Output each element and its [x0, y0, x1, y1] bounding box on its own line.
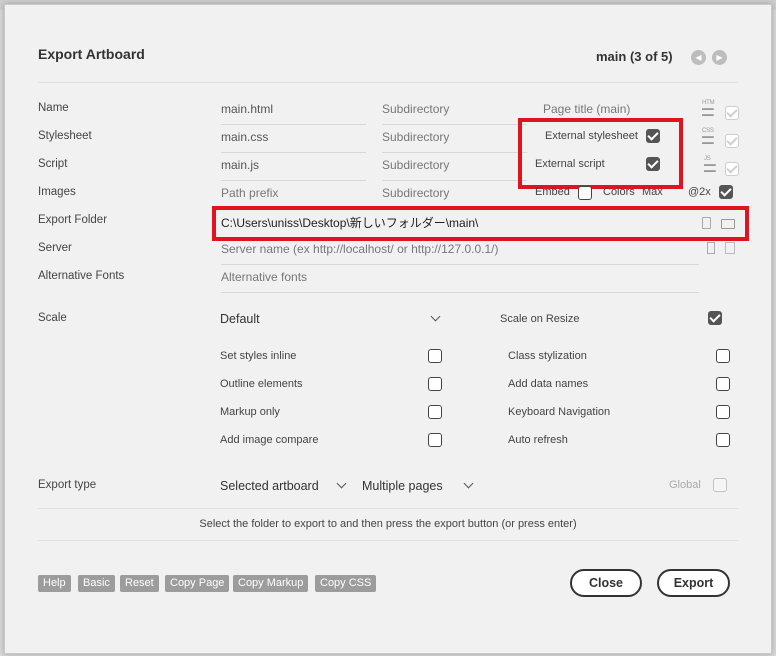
global-checkbox[interactable]	[713, 478, 727, 492]
path-prefix-input[interactable]: Path prefix	[221, 186, 278, 200]
stylesheet-underline	[221, 152, 366, 153]
previous-page-button[interactable]: ◀	[691, 50, 706, 65]
scale-on-resize-checkbox[interactable]	[708, 311, 722, 325]
chevron-right-icon: ▶	[716, 53, 723, 62]
js-option-checkbox[interactable]	[725, 162, 739, 176]
export-artboard-dialog: Export Artboard main (3 of 5) ◀ ▶ Name m…	[4, 4, 772, 654]
markup-only-label: Markup only	[220, 406, 280, 418]
clipboard-icon[interactable]	[702, 217, 711, 229]
script-subdirectory-input[interactable]: Subdirectory	[382, 158, 449, 172]
stylesheet-subdirectory-input[interactable]: Subdirectory	[382, 130, 449, 144]
export-type-chevron-down-icon[interactable]	[336, 478, 347, 489]
class-stylization-label: Class stylization	[508, 350, 587, 362]
set-styles-inline-label: Set styles inline	[220, 350, 297, 362]
highlight-external-options	[518, 118, 683, 189]
class-stylization-checkbox[interactable]	[716, 349, 730, 363]
images-subdirectory-input[interactable]: Subdirectory	[382, 186, 449, 200]
script-underline	[221, 180, 366, 181]
folder-icon[interactable]	[721, 219, 735, 229]
dialog-title: Export Artboard	[38, 46, 145, 62]
pages-chevron-down-icon[interactable]	[463, 478, 474, 489]
at-2x-checkbox[interactable]	[719, 185, 733, 199]
help-button[interactable]: Help	[38, 575, 71, 592]
keyboard-navigation-label: Keyboard Navigation	[508, 406, 611, 418]
basic-button[interactable]: Basic	[78, 575, 115, 592]
scale-on-resize-label: Scale on Resize	[500, 313, 580, 325]
reset-button[interactable]: Reset	[120, 575, 159, 592]
stylesheet-label: Stylesheet	[38, 130, 92, 142]
copy-markup-button[interactable]: Copy Markup	[233, 575, 309, 592]
alternative-fonts-input[interactable]: Alternative fonts	[221, 270, 307, 284]
copy-page-button[interactable]: Copy Page	[165, 575, 230, 592]
css-file-icon: CSS ▬▬ ▬▬	[702, 128, 714, 146]
name-label: Name	[38, 102, 69, 114]
export-instructions: Select the folder to export to and then …	[199, 518, 577, 530]
outline-elements-checkbox[interactable]	[428, 377, 442, 391]
server-label: Server	[38, 242, 72, 254]
name-underline	[221, 124, 366, 125]
embed-label: Embed	[535, 186, 570, 198]
page-title-input[interactable]: Page title (main)	[543, 102, 630, 116]
global-label: Global	[669, 479, 701, 491]
name-subdirectory-input[interactable]: Subdirectory	[382, 102, 449, 116]
add-data-names-label: Add data names	[508, 378, 589, 390]
note-bottom-divider	[38, 540, 738, 541]
close-button[interactable]: Close	[570, 569, 642, 597]
note-top-divider	[38, 508, 738, 509]
page-indicator: main (3 of 5)	[596, 49, 673, 64]
images-label: Images	[38, 186, 76, 198]
scale-select[interactable]: Default	[220, 312, 260, 326]
chevron-left-icon: ◀	[695, 53, 702, 62]
js-file-icon: JS ▬▬ ▬▬	[704, 156, 716, 174]
name-subdirectory-underline	[382, 124, 527, 125]
export-type-label: Export type	[38, 479, 97, 491]
html-file-icon: HTM ▬▬ ▬▬	[702, 100, 715, 118]
auto-refresh-label: Auto refresh	[508, 434, 568, 446]
stylesheet-input[interactable]: main.css	[221, 130, 268, 144]
next-page-button[interactable]: ▶	[712, 50, 727, 65]
name-input[interactable]: main.html	[221, 102, 273, 116]
export-folder-label: Export Folder	[38, 214, 108, 226]
html-option-checkbox[interactable]	[725, 106, 739, 120]
colors-label: Colors	[603, 186, 635, 198]
embed-checkbox[interactable]	[578, 186, 592, 200]
alternative-fonts-label: Alternative Fonts	[38, 270, 125, 282]
header-divider	[38, 82, 738, 83]
markup-only-checkbox[interactable]	[428, 405, 442, 419]
script-input[interactable]: main.js	[221, 158, 259, 172]
scale-label: Scale	[38, 312, 67, 324]
server-icon[interactable]	[707, 242, 715, 254]
at-2x-label: @2x	[688, 186, 711, 198]
export-folder-input[interactable]: C:\Users\uniss\Desktop\新しいフォルダー\main\	[221, 214, 478, 231]
server-underline	[221, 264, 699, 265]
outline-elements-label: Outline elements	[220, 378, 303, 390]
stylesheet-subdirectory-underline	[382, 152, 527, 153]
pages-select[interactable]: Multiple pages	[362, 479, 443, 493]
export-type-select[interactable]: Selected artboard	[220, 479, 319, 493]
set-styles-inline-checkbox[interactable]	[428, 349, 442, 363]
script-label: Script	[38, 158, 68, 170]
auto-refresh-checkbox[interactable]	[716, 433, 730, 447]
script-subdirectory-underline	[382, 180, 527, 181]
add-image-compare-checkbox[interactable]	[428, 433, 442, 447]
keyboard-navigation-checkbox[interactable]	[716, 405, 730, 419]
max-label: Max	[642, 186, 663, 198]
export-button[interactable]: Export	[657, 569, 730, 597]
copy-css-button[interactable]: Copy CSS	[315, 575, 377, 592]
alternative-fonts-underline	[221, 292, 699, 293]
css-option-checkbox[interactable]	[725, 134, 739, 148]
add-data-names-checkbox[interactable]	[716, 377, 730, 391]
add-image-compare-label: Add image compare	[220, 434, 319, 446]
server-settings-icon[interactable]	[725, 242, 735, 254]
server-name-input[interactable]: Server name (ex http://localhost/ or htt…	[221, 242, 498, 256]
chevron-down-icon[interactable]	[430, 311, 441, 322]
